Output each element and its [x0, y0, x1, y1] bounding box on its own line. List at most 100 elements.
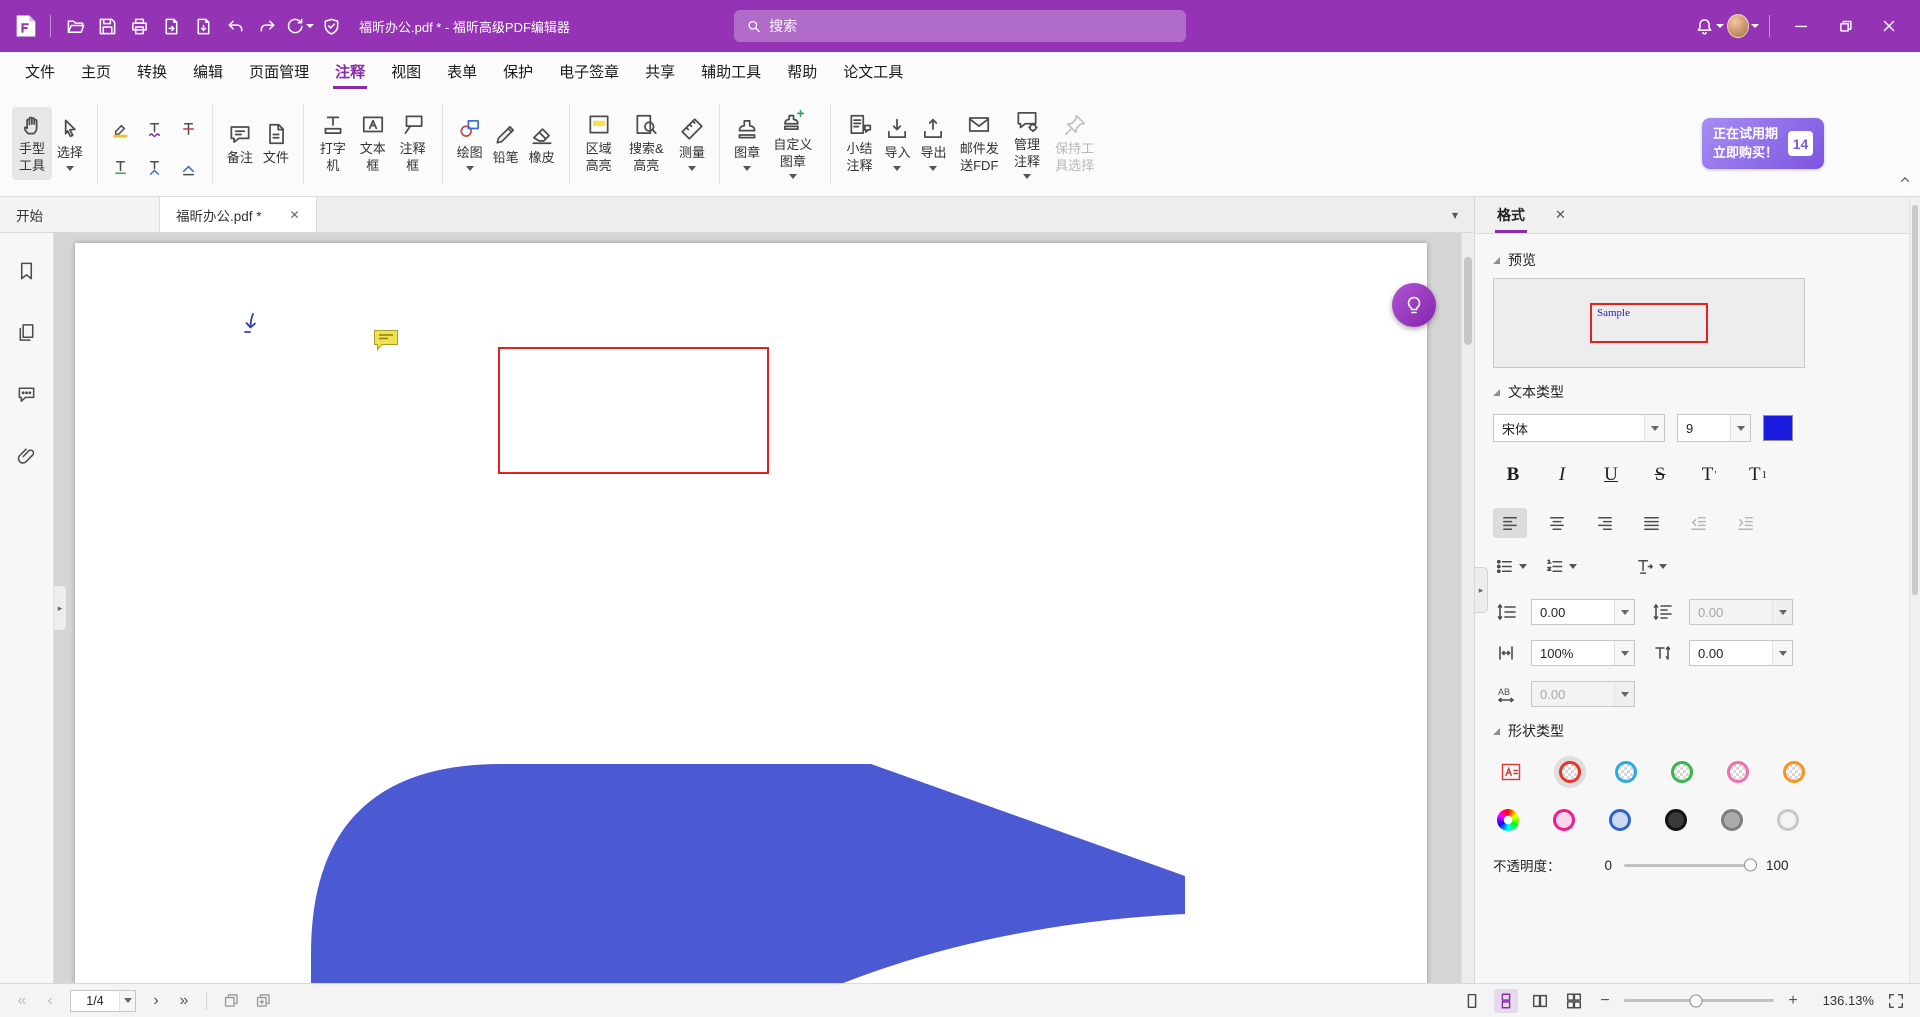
- facing-continuous-view-icon[interactable]: [1562, 989, 1586, 1013]
- area-highlight-button[interactable]: 区域高亮: [579, 107, 619, 180]
- tab-page-management[interactable]: 页面管理: [236, 52, 322, 91]
- decrease-indent-icon[interactable]: [1681, 508, 1715, 538]
- horizontal-scale-select[interactable]: 100%: [1531, 640, 1635, 666]
- canvas-scrollbar[interactable]: [1461, 233, 1474, 983]
- tab-paper-tools[interactable]: 论文工具: [830, 52, 916, 91]
- tab-form[interactable]: 表单: [434, 52, 490, 91]
- drawing-button[interactable]: 绘图: [452, 111, 488, 176]
- superscript-button[interactable]: T': [1689, 458, 1729, 492]
- trial-buy-button[interactable]: 正在试用期 立即购买！ 14: [1702, 118, 1824, 168]
- align-left-icon[interactable]: [1493, 508, 1527, 538]
- eraser-button[interactable]: 橡皮: [524, 116, 560, 172]
- tab-accessibility[interactable]: 辅助工具: [688, 52, 774, 91]
- text-direction-button[interactable]: [1633, 554, 1669, 579]
- expand-left-panel-button[interactable]: ▸: [54, 585, 67, 631]
- strikethrough-button[interactable]: S: [1640, 458, 1680, 492]
- increase-indent-icon[interactable]: [1728, 508, 1762, 538]
- single-page-view-icon[interactable]: [1460, 989, 1484, 1013]
- collapse-right-panel-button[interactable]: ▸: [1475, 567, 1488, 613]
- pages-panel-icon[interactable]: [10, 315, 44, 349]
- format-panel-title[interactable]: 格式: [1495, 197, 1527, 233]
- redo-icon[interactable]: [251, 10, 283, 42]
- select-tool-button[interactable]: 选择: [52, 111, 88, 176]
- file-attachment-button[interactable]: 文件: [258, 116, 294, 172]
- tab-file[interactable]: 文件: [12, 52, 68, 91]
- document-tab-close-icon[interactable]: ✕: [290, 208, 300, 222]
- canvas-scrollbar-thumb[interactable]: [1464, 257, 1472, 345]
- rectangle-annotation[interactable]: [498, 347, 769, 474]
- pencil-button[interactable]: 铅笔: [488, 116, 524, 172]
- shape-color-black[interactable]: [1665, 809, 1687, 831]
- manage-comments-button[interactable]: 管理注释: [1007, 103, 1047, 185]
- facing-view-icon[interactable]: [1528, 989, 1552, 1013]
- bookmarks-panel-icon[interactable]: [10, 253, 44, 287]
- tab-home[interactable]: 主页: [68, 52, 124, 91]
- bullet-list-button[interactable]: [1493, 554, 1529, 579]
- tab-share[interactable]: 共享: [632, 52, 688, 91]
- panel-scrollbar-thumb[interactable]: [1912, 205, 1918, 595]
- horizontal-scale-caret-icon[interactable]: [1614, 641, 1634, 665]
- text-type-section-header[interactable]: 文本类型: [1493, 382, 1886, 402]
- tab-view[interactable]: 视图: [378, 52, 434, 91]
- search-input[interactable]: [769, 18, 1174, 34]
- note-button[interactable]: 备注: [222, 116, 258, 172]
- bold-button[interactable]: B: [1493, 458, 1533, 492]
- shape-color-pink[interactable]: [1727, 761, 1749, 783]
- insert-text-icon[interactable]: [175, 152, 203, 184]
- notifications-bell-icon[interactable]: [1693, 10, 1725, 42]
- account-avatar[interactable]: [1727, 10, 1759, 42]
- baseline-offset-select[interactable]: 0.00: [1689, 640, 1793, 666]
- align-right-icon[interactable]: [1587, 508, 1621, 538]
- shape-color-cyan[interactable]: [1615, 761, 1637, 783]
- continuous-view-icon[interactable]: [1494, 989, 1518, 1013]
- zoom-in-button[interactable]: +: [1784, 992, 1802, 1010]
- summarize-comments-button[interactable]: 小结注释: [840, 107, 880, 180]
- create-pdf-icon[interactable]: [187, 10, 219, 42]
- shape-color-orange[interactable]: [1783, 761, 1805, 783]
- font-color-swatch[interactable]: [1763, 415, 1793, 441]
- undo-icon[interactable]: [219, 10, 251, 42]
- tab-edit[interactable]: 编辑: [180, 52, 236, 91]
- tab-convert[interactable]: 转换: [124, 52, 180, 91]
- shape-color-blue[interactable]: [1609, 809, 1631, 831]
- replace-text-icon[interactable]: [141, 152, 169, 184]
- align-justify-icon[interactable]: [1634, 508, 1668, 538]
- zoom-level[interactable]: 136.13%: [1812, 993, 1874, 1008]
- subscript-button[interactable]: T1: [1738, 458, 1778, 492]
- clipboard-copy-icon[interactable]: [251, 989, 275, 1013]
- shape-color-green[interactable]: [1671, 761, 1693, 783]
- underline-text-icon[interactable]: [107, 152, 135, 184]
- pdf-page[interactable]: [75, 243, 1427, 983]
- font-family-caret-icon[interactable]: [1644, 415, 1664, 441]
- squiggly-underline-icon[interactable]: [141, 114, 169, 146]
- shape-color-white[interactable]: [1777, 809, 1799, 831]
- shape-color-magenta[interactable]: [1553, 809, 1575, 831]
- line-spacing-caret-icon[interactable]: [1614, 600, 1634, 624]
- zoom-out-button[interactable]: −: [1596, 992, 1614, 1010]
- sticky-note-annotation[interactable]: [373, 329, 399, 351]
- tab-esign[interactable]: 电子签章: [546, 52, 632, 91]
- strikeout-text-icon[interactable]: [175, 114, 203, 146]
- collapse-ribbon-button[interactable]: [1898, 173, 1912, 192]
- document-canvas[interactable]: ▸: [54, 233, 1474, 983]
- tab-comment[interactable]: 注释: [322, 52, 378, 91]
- export-comments-button[interactable]: 导出: [915, 111, 951, 176]
- tab-list-caret-icon[interactable]: ▾: [1436, 208, 1474, 222]
- callout-button[interactable]: 注释框: [393, 107, 433, 180]
- underline-button[interactable]: U: [1591, 458, 1631, 492]
- stamp-button[interactable]: 图章: [729, 111, 765, 176]
- font-family-select[interactable]: 宋体: [1493, 414, 1665, 442]
- zoom-slider-thumb[interactable]: [1690, 994, 1703, 1007]
- attachments-panel-icon[interactable]: [10, 439, 44, 473]
- highlight-text-icon[interactable]: [107, 114, 135, 146]
- typewriter-button[interactable]: 打字机: [313, 107, 353, 180]
- export-pdf-icon[interactable]: [155, 10, 187, 42]
- page-select-caret-icon[interactable]: [119, 991, 135, 1011]
- textbox-button[interactable]: 文本框: [353, 107, 393, 180]
- text-insert-cursor-annotation[interactable]: [240, 311, 264, 339]
- next-page-button[interactable]: ›: [146, 992, 166, 1010]
- comments-panel-icon[interactable]: [10, 377, 44, 411]
- email-fdf-button[interactable]: 邮件发送FDF: [952, 107, 1008, 180]
- fullscreen-icon[interactable]: [1884, 989, 1908, 1013]
- import-comments-button[interactable]: 导入: [879, 111, 915, 176]
